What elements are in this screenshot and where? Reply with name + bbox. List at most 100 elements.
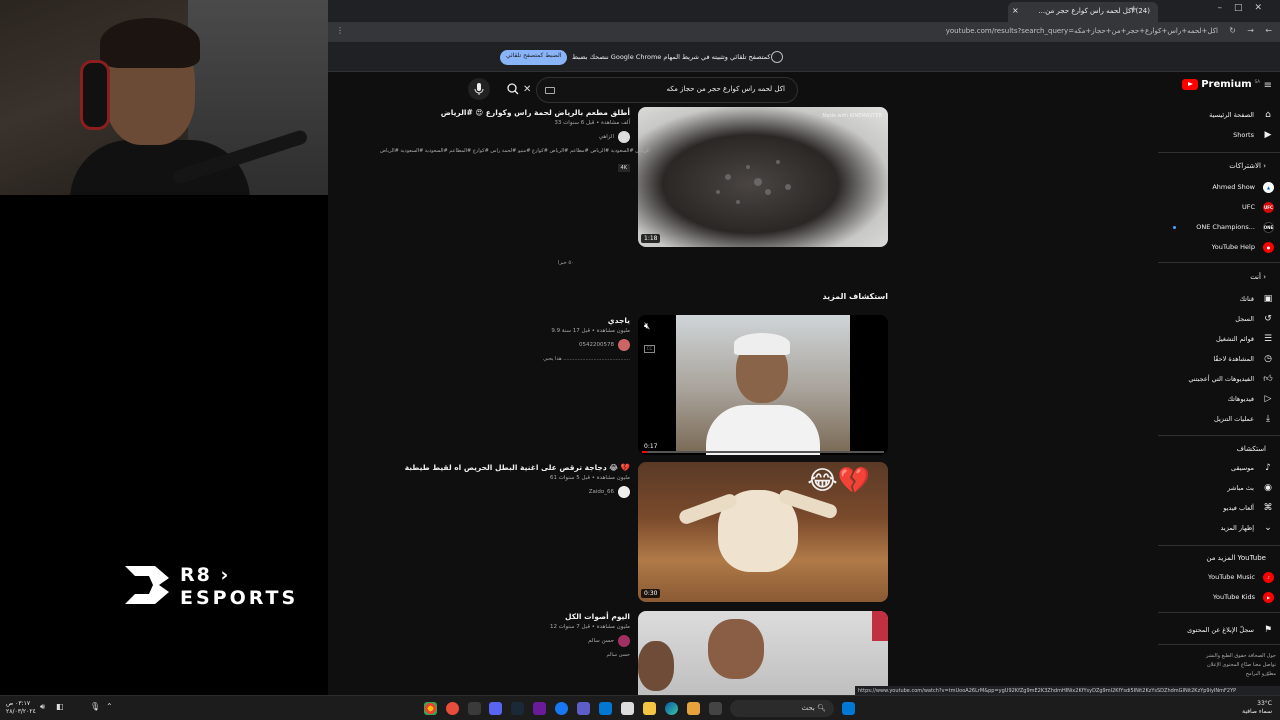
sidebar-item-show-more[interactable]: إظهار المزيد ⌄ <box>1156 518 1280 538</box>
window-controls[interactable]: –□✕ <box>1217 3 1274 13</box>
sidebar-item-home[interactable]: الصفحة الرئيسية ⌂ <box>1156 105 1280 125</box>
sidebar-item-report-history[interactable]: سجلّ الإبلاغ عن المحتوى ⚑ <box>1156 620 1280 640</box>
default-browser-infobar: الضبط كمتصفح تلقائي ننصحك بضبط Google Ch… <box>328 42 1280 72</box>
voice-search-button[interactable] <box>468 78 490 100</box>
sidebar-item-watch-later[interactable]: المشاهدة لاحقًا ◷ <box>1156 349 1280 369</box>
live-icon: ◉ <box>1264 483 1272 493</box>
sidebar-item-liked-videos[interactable]: الفيديوهات التي أعجبتني 👍︎ <box>1156 369 1280 389</box>
video-thumbnail[interactable] <box>638 611 888 695</box>
sidebar-item-ufc[interactable]: UFC UFC <box>1156 197 1280 217</box>
footer-link-row[interactable]: تواصل معنا صنّاع المحتوى الإعلان <box>1156 661 1276 670</box>
clock-icon: ◷ <box>1264 354 1272 364</box>
address-bar[interactable]: ← → ↻ youtube.com/results?search_query=ا… <box>328 22 1280 42</box>
channel-name[interactable]: الزاهي <box>599 134 614 140</box>
sidebar-item-live[interactable]: بث مباشر ◉ <box>1156 478 1280 498</box>
video-thumbnail[interactable]: Made with KINEMASTER 1:18 <box>638 107 888 247</box>
subscriptions-header[interactable]: الاشتراكات › <box>1229 162 1266 170</box>
steam-icon[interactable] <box>511 702 524 715</box>
sidebar-item-shorts[interactable]: Shorts ▶︎ <box>1156 125 1280 145</box>
sidebar-item-downloads[interactable]: عمليات التنزيل ⤓ <box>1156 409 1280 429</box>
clear-search-icon[interactable]: ✕ <box>523 84 531 95</box>
footer-link-row[interactable]: حول الصحافة حقوق الطبع والنشر <box>1156 652 1276 661</box>
channel-avatar[interactable] <box>618 635 630 647</box>
search-query[interactable]: اكل لحمه راس كوارع حجر من حجاز مكه <box>667 85 785 93</box>
channel-avatar[interactable] <box>618 486 630 498</box>
search-button[interactable] <box>502 78 524 100</box>
chrome-icon[interactable] <box>424 702 437 715</box>
video-title[interactable]: دجاجة ترقص على اغنية البطل الحريص اه لقي… <box>380 462 630 473</box>
taskbar-clock[interactable]: ٠٣:١٧ ص ٢٨/٠٣/٢٠٢٤ <box>6 700 36 716</box>
video-thumbnail[interactable]: 🔇︎ CC 0:17 <box>638 315 888 455</box>
channel-row[interactable]: حسن سالم <box>380 635 630 647</box>
youtube-logo[interactable]: Premium SA <box>1182 79 1260 90</box>
person-face <box>708 619 764 679</box>
mute-icon[interactable]: 🔇︎ <box>644 321 650 332</box>
video-result[interactable]: اليوم أصوات الكل 12 مليون مشاهدة • قبل 7… <box>368 611 888 695</box>
file-explorer-icon[interactable] <box>643 702 656 715</box>
mic-tray-icon[interactable]: 🎙︎ <box>90 702 103 715</box>
youtube-play-icon <box>1182 79 1199 90</box>
channel-name[interactable]: 0542200578 <box>579 342 614 348</box>
discord-icon[interactable] <box>489 702 502 715</box>
sidebar-item-label: سجلّ الإبلاغ عن المحتوى <box>1187 626 1254 634</box>
facebook-icon[interactable] <box>555 702 568 715</box>
channel-avatar[interactable] <box>618 131 630 143</box>
cc-icon[interactable]: CC <box>644 345 655 353</box>
sidebar-item-gaming[interactable]: ألعاب فيديو ⌘ <box>1156 498 1280 518</box>
taskbar-search[interactable]: بحث 🔍︎ <box>730 700 834 717</box>
progress-track[interactable] <box>642 451 884 453</box>
app-icon[interactable] <box>446 702 459 715</box>
sidebar-item-label: ألعاب فيديو <box>1223 504 1254 512</box>
channel-avatar[interactable] <box>618 339 630 351</box>
search-input[interactable]: ✕ اكل لحمه راس كوارع حجر من حجاز مكه <box>523 77 798 103</box>
video-thumbnail[interactable]: 😂💔 0:30 <box>638 462 888 602</box>
channel-name[interactable]: حسن سالم <box>588 638 614 644</box>
chevron-up-icon[interactable]: ⌃ <box>106 702 119 715</box>
video-result[interactable]: 😂💔 0:30 دجاجة ترقص على اغنية البطل الحري… <box>368 462 888 604</box>
tab-close-icon[interactable]: × <box>1012 6 1019 15</box>
wifi-icon[interactable]: ◧ <box>56 702 69 715</box>
sidebar-item-playlists[interactable]: قوائم التشغيل ☰ <box>1156 329 1280 349</box>
menu-icon[interactable]: ⋮ <box>336 26 344 35</box>
you-header[interactable]: أنت › <box>1250 273 1266 281</box>
outlook-icon[interactable] <box>599 702 612 715</box>
teams-icon[interactable] <box>577 702 590 715</box>
channel-row[interactable]: الزاهي <box>380 131 630 143</box>
set-default-button[interactable]: الضبط كمتصفح تلقائي <box>500 50 568 65</box>
taskbar-weather[interactable]: 33°C سماء صافية <box>1242 700 1272 716</box>
sidebar-item-ahmed-show[interactable]: Ahmed Show ▲ <box>1156 177 1280 197</box>
edge-icon[interactable] <box>665 702 678 715</box>
channel-row[interactable]: 0542200578 <box>380 339 630 351</box>
keyboard-icon[interactable] <box>545 87 555 94</box>
forward-icon[interactable]: → <box>1247 26 1254 35</box>
app-icon[interactable] <box>468 702 481 715</box>
sidebar-item-youtube-help[interactable]: YouTube Help ● <box>1156 237 1280 257</box>
store-icon[interactable] <box>621 702 634 715</box>
task-view-icon[interactable] <box>709 702 722 715</box>
app-icon[interactable] <box>533 702 546 715</box>
reload-icon[interactable]: ↻ <box>1229 26 1236 35</box>
hamburger-icon[interactable]: ≡ <box>1264 80 1272 91</box>
video-frame <box>676 315 850 455</box>
video-title[interactable]: أطلق مطعم بالرياض لحمة راس وكوارع 😍 #الر… <box>380 107 630 118</box>
video-title[interactable]: ياجدي <box>380 315 630 326</box>
app-icon[interactable] <box>687 702 700 715</box>
sidebar-item-youtube-music[interactable]: YouTube Music ♪ <box>1156 567 1280 587</box>
speaker-icon[interactable]: 🔊︎ <box>40 702 53 715</box>
sidebar-item-your-videos[interactable]: فيديوهاتك ▷ <box>1156 389 1280 409</box>
channel-row[interactable]: Zaido_66 <box>380 486 630 498</box>
back-icon[interactable]: ← <box>1265 26 1272 35</box>
sidebar-item-youtube-kids[interactable]: YouTube Kids ▶︎ <box>1156 587 1280 607</box>
windows-start-icon[interactable] <box>842 702 855 715</box>
sidebar-item-history[interactable]: السجل ↺ <box>1156 309 1280 329</box>
video-result[interactable]: Made with KINEMASTER 1:18 أطلق مطعم بالر… <box>368 107 888 247</box>
sidebar-item-music[interactable]: موسيقى ♪ <box>1156 458 1280 478</box>
video-result[interactable]: 🔇︎ CC 0:17 ياجدي 9.9 مليون مشاهدة • قبل … <box>368 315 888 455</box>
video-title[interactable]: اليوم أصوات الكل <box>380 611 630 622</box>
channel-name[interactable]: Zaido_66 <box>589 489 614 495</box>
footer-link-row[interactable]: مطوّرو البرامج <box>1156 670 1276 679</box>
new-tab-button[interactable]: + <box>1130 4 1138 15</box>
sidebar-item-your-channel[interactable]: قناتك ▣ <box>1156 289 1280 309</box>
url-text[interactable]: youtube.com/results?search_query=اكل+لحم… <box>946 27 1218 35</box>
sidebar-item-label: موسيقى <box>1231 464 1254 472</box>
